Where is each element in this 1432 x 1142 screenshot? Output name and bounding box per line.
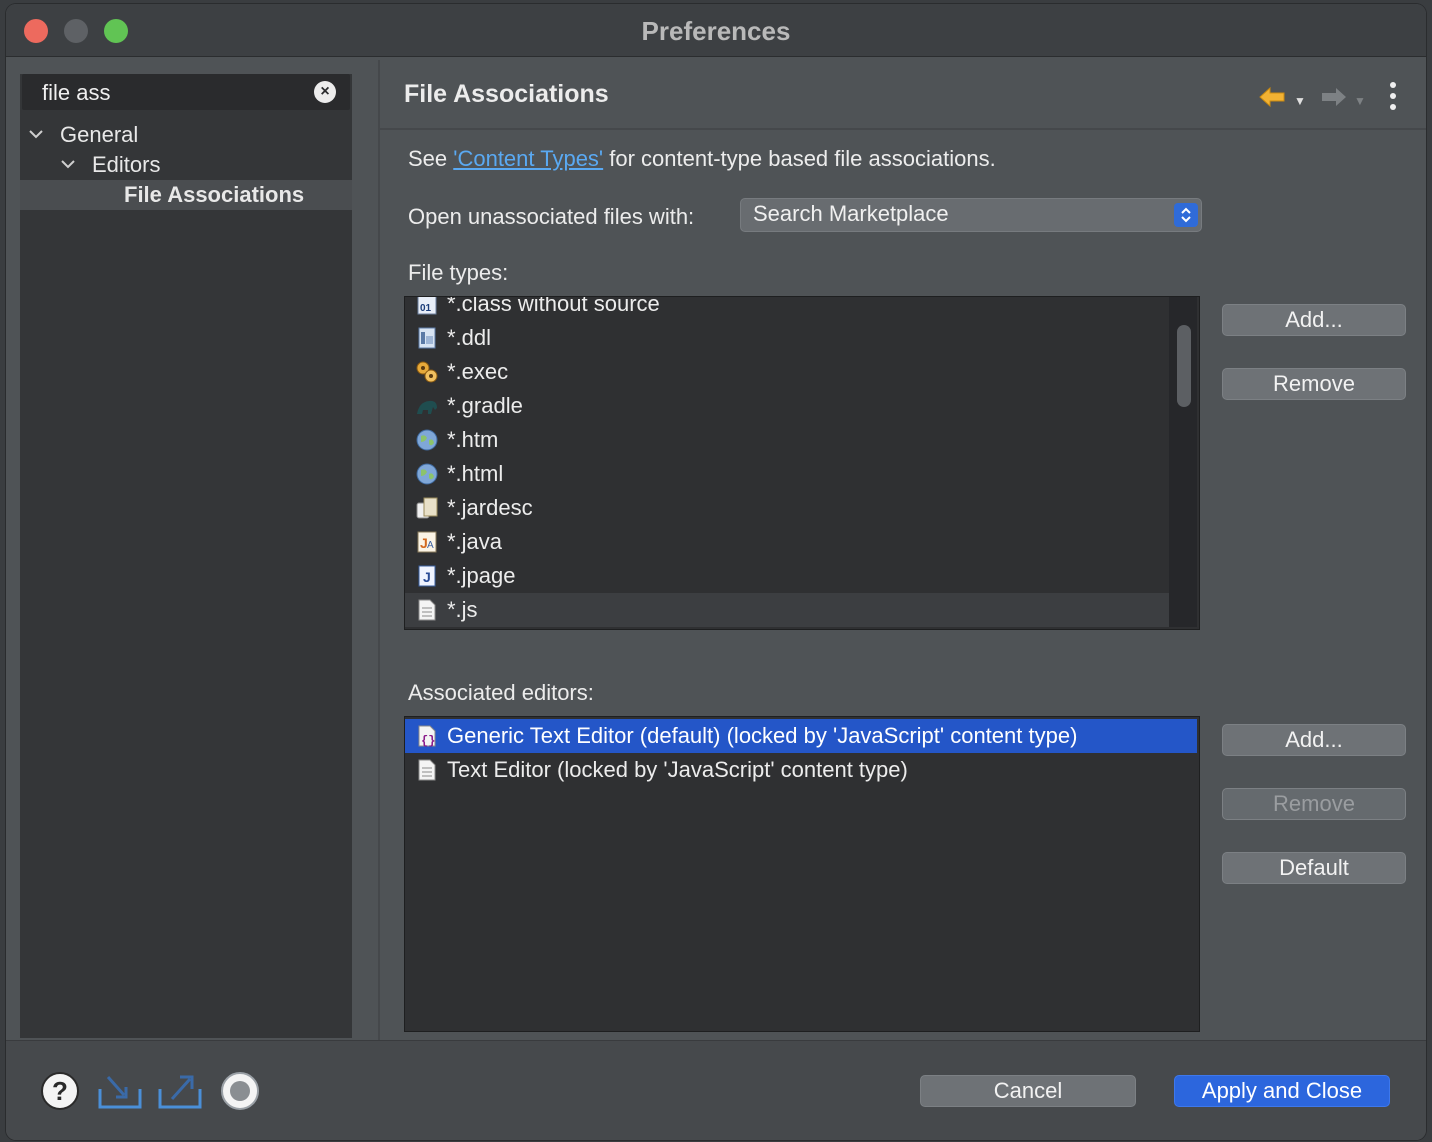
file-types-list[interactable]: 01 *.class without source *.ddl *.exec *…: [404, 296, 1200, 630]
file-type-row-selected[interactable]: *.js: [405, 593, 1169, 627]
window-title: Preferences: [641, 16, 791, 46]
tree-item-label: File Associations: [124, 182, 305, 207]
java-file-icon: JA: [417, 531, 437, 553]
apply-and-close-button[interactable]: Apply and Close: [1174, 1075, 1390, 1107]
file-type-row[interactable]: *.exec: [405, 355, 1169, 389]
globe-icon: [416, 429, 438, 451]
tree-item-file-associations[interactable]: File Associations: [20, 180, 352, 210]
svg-text:J: J: [423, 569, 431, 585]
sidebar: × General Editors File Associations: [20, 74, 352, 1038]
preferences-window: Preferences × General Editors File Assoc…: [6, 4, 1426, 1140]
page-header: File Associations ▼ ▼: [380, 60, 1426, 130]
page-title: File Associations: [404, 80, 609, 108]
file-types-label: File types:: [408, 260, 509, 285]
preference-tree: General Editors File Associations: [20, 120, 352, 210]
file-type-row[interactable]: *.html: [405, 457, 1169, 491]
editor-add-button[interactable]: Add...: [1222, 724, 1406, 756]
clear-search-icon[interactable]: ×: [314, 81, 336, 103]
select-value: Search Marketplace: [753, 201, 949, 226]
chevron-down-icon[interactable]: [28, 120, 46, 150]
title-bar: Preferences: [6, 4, 1426, 57]
editor-default-button[interactable]: Default: [1222, 852, 1406, 884]
jpage-icon: J: [418, 565, 436, 587]
file-type-row[interactable]: 01 *.class without source: [405, 297, 1169, 321]
exec-gears-icon: [416, 361, 438, 383]
editor-row-selected[interactable]: {} Generic Text Editor (default) (locked…: [405, 719, 1197, 753]
file-type-row[interactable]: *.gradle: [405, 389, 1169, 423]
filter-search-box: ×: [22, 74, 350, 110]
svg-text:{}: {}: [421, 734, 435, 748]
file-type-row[interactable]: *.jardesc: [405, 491, 1169, 525]
preference-page: File Associations ▼ ▼ See 'Content Types…: [380, 60, 1426, 1040]
tree-item-general[interactable]: General: [20, 120, 352, 150]
globe-icon: [416, 463, 438, 485]
filter-search-input[interactable]: [40, 78, 304, 108]
chevron-down-icon[interactable]: [60, 150, 78, 180]
svg-text:01: 01: [420, 303, 432, 314]
forward-dropdown-icon[interactable]: ▼: [1354, 94, 1366, 108]
content-types-note: See 'Content Types' for content-type bas…: [408, 146, 996, 171]
tree-item-label: Editors: [92, 152, 161, 177]
svg-text:A: A: [427, 540, 434, 551]
back-dropdown-icon[interactable]: ▼: [1294, 94, 1306, 108]
associated-editors-list[interactable]: {} Generic Text Editor (default) (locked…: [404, 716, 1200, 1032]
gradle-elephant-icon: [417, 400, 437, 414]
svg-text:?: ?: [52, 1076, 68, 1106]
help-icon[interactable]: ?: [40, 1071, 80, 1111]
cancel-button[interactable]: Cancel: [920, 1075, 1136, 1107]
content-types-link[interactable]: 'Content Types': [453, 146, 603, 171]
file-type-row[interactable]: JA *.java: [405, 525, 1169, 559]
updown-chevron-icon: [1174, 203, 1198, 227]
associated-editors-label: Associated editors:: [408, 680, 594, 705]
file-type-row[interactable]: *.htm: [405, 423, 1169, 457]
editor-row[interactable]: Text Editor (locked by 'JavaScript' cont…: [405, 753, 1197, 787]
text-file-icon: [418, 759, 436, 781]
import-icon[interactable]: [98, 1071, 142, 1111]
forward-arrow-icon[interactable]: [1320, 84, 1348, 115]
tree-item-editors[interactable]: Editors: [20, 150, 352, 180]
file-type-row[interactable]: J *.jpage: [405, 559, 1169, 593]
record-icon[interactable]: [220, 1071, 260, 1111]
ddl-file-icon: [418, 327, 436, 349]
file-type-add-button[interactable]: Add...: [1222, 304, 1406, 336]
generic-editor-icon: {}: [418, 725, 436, 748]
open-unassociated-select[interactable]: Search Marketplace: [740, 198, 1202, 232]
open-unassociated-label: Open unassociated files with:: [408, 204, 695, 229]
back-arrow-icon[interactable]: [1258, 84, 1286, 115]
file-type-row[interactable]: *.ddl: [405, 321, 1169, 355]
class-file-icon: 01: [417, 297, 437, 315]
dialog-footer: ? Cancel Apply and Close: [6, 1040, 1426, 1140]
jar-icon: [416, 497, 438, 519]
tree-item-label: General: [60, 122, 139, 147]
export-icon[interactable]: [158, 1071, 202, 1111]
file-type-remove-button[interactable]: Remove: [1222, 368, 1406, 400]
scrollbar-thumb[interactable]: [1177, 325, 1191, 407]
view-menu-icon[interactable]: [1390, 82, 1398, 115]
file-types-scrollbar[interactable]: [1169, 297, 1197, 627]
editor-remove-button[interactable]: Remove: [1222, 788, 1406, 820]
text-file-icon: [418, 599, 436, 621]
